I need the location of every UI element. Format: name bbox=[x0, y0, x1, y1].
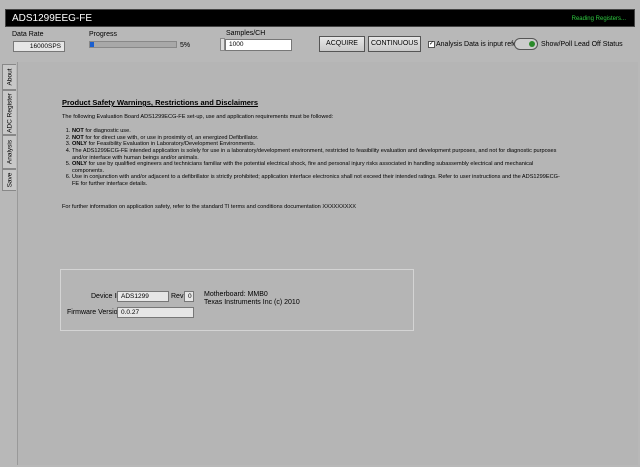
doc-list-item: Use in conjunction with and/or adjacent … bbox=[72, 174, 562, 187]
samples-label: Samples/CH bbox=[226, 30, 266, 37]
doc-list-item: The ADS1299ECG-FE intended application i… bbox=[72, 148, 562, 161]
item-emphasis: ONLY bbox=[72, 161, 88, 168]
doc-list-item: ONLY for Feasibility Evaluation in Labor… bbox=[72, 141, 562, 148]
continuous-button[interactable]: CONTINUOUS bbox=[368, 36, 421, 52]
data-rate-label: Data Rate bbox=[12, 31, 44, 38]
item-emphasis: ONLY bbox=[72, 141, 88, 148]
item-text: for diagnostic use. bbox=[83, 128, 131, 135]
safety-document: Product Safety Warnings, Restrictions an… bbox=[62, 98, 562, 210]
doc-heading: Product Safety Warnings, Restrictions an… bbox=[62, 98, 259, 107]
lead-off-label: Show/Poll Lead Off Status bbox=[541, 41, 623, 48]
rev-field: 0 bbox=[184, 291, 194, 302]
item-text: The ADS1299ECG-FE intended application i… bbox=[72, 147, 557, 161]
item-text: for use by qualified engineers and techn… bbox=[72, 161, 534, 174]
item-text: Use in conjunction with and/or adjacent … bbox=[72, 174, 560, 187]
tab-adc-register[interactable]: ADC Register bbox=[2, 90, 16, 135]
led-icon bbox=[529, 41, 535, 47]
firmware-field: 0.0.27 bbox=[117, 307, 194, 318]
title-bar: ADS1299EEG-FE Reading Registers... bbox=[5, 9, 635, 27]
item-text: for for direct use with, or use in proxi… bbox=[83, 134, 259, 141]
app-title: ADS1299EEG-FE bbox=[12, 13, 93, 24]
acquire-button[interactable]: ACQUIRE bbox=[319, 36, 365, 52]
rev-label: Rev bbox=[171, 293, 184, 300]
progress-text: 5% bbox=[180, 42, 191, 49]
input-referred-checkbox[interactable]: ✓ bbox=[428, 41, 435, 48]
company-text: Texas Instruments Inc (c) 2010 bbox=[204, 299, 300, 306]
device-info-panel: Device ID ADS1299 Rev 0 Motherboard: MMB… bbox=[60, 269, 414, 331]
lead-off-toggle[interactable] bbox=[514, 38, 538, 50]
tab-analysis[interactable]: Analysis bbox=[2, 135, 16, 169]
doc-intro: The following Evaluation Board ADS1299EC… bbox=[62, 113, 334, 120]
doc-list-item: NOT for diagnostic use. bbox=[72, 128, 562, 135]
status-text: Reading Registers... bbox=[571, 16, 626, 22]
firmware-label: Firmware Version bbox=[67, 309, 122, 316]
samples-input[interactable]: 1000 bbox=[225, 39, 292, 51]
doc-list: NOT for diagnostic use.NOT for for direc… bbox=[62, 128, 562, 187]
doc-footer: For further information on application s… bbox=[62, 203, 356, 210]
progress-label: Progress bbox=[89, 31, 118, 38]
device-id-field: ADS1299 bbox=[117, 291, 169, 302]
item-emphasis: NOT bbox=[72, 134, 84, 141]
tab-about[interactable]: About bbox=[2, 64, 16, 90]
doc-list-item: NOT for for direct use with, or use in p… bbox=[72, 135, 562, 142]
motherboard-text: Motherboard: MMB0 bbox=[204, 291, 268, 298]
item-text: for Feasibility Evaluation in Laboratory… bbox=[87, 141, 256, 148]
item-emphasis: NOT bbox=[72, 128, 84, 135]
data-rate-field: 16000SPS bbox=[13, 41, 65, 52]
tab-save[interactable]: Save bbox=[2, 169, 16, 191]
progress-bar bbox=[89, 41, 177, 48]
doc-list-item: ONLY for use by qualified engineers and … bbox=[72, 161, 562, 174]
